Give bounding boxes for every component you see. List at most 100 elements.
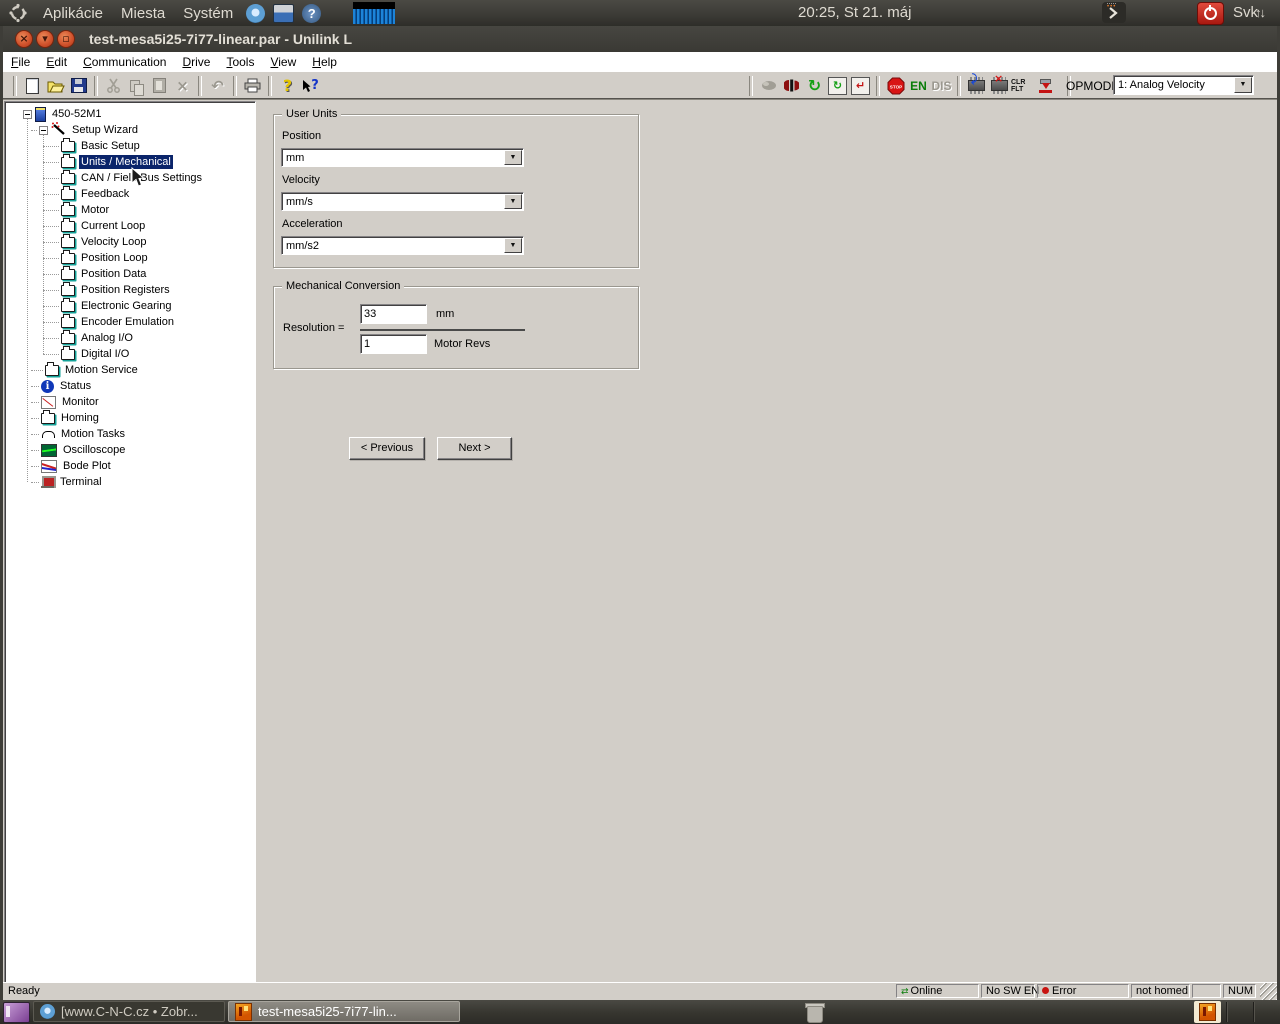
position-unit-combobox[interactable]: mm ▼ (281, 148, 524, 167)
panel-splitter[interactable] (256, 99, 262, 983)
window-title: test-mesa5i25-7i77-linear.par - Unilink … (89, 31, 352, 47)
keyboard-arrows-icon[interactable]: ↑↓ (1255, 0, 1266, 26)
tree-item-oscilloscope[interactable]: Oscilloscope (5, 442, 127, 458)
tree-item-setup-wizard[interactable]: Setup Wizard (5, 122, 140, 138)
distro-logo-icon[interactable] (8, 3, 28, 23)
tree-item-current-loop[interactable]: Current Loop (5, 217, 147, 234)
enable-button[interactable]: EN (907, 75, 930, 97)
tree-item-motion-service[interactable]: Motion Service (5, 361, 140, 378)
menu-drive[interactable]: Drive (174, 55, 218, 69)
minimize-button[interactable]: ▾ (36, 30, 54, 48)
tree-item-motor[interactable]: Motor (5, 201, 111, 218)
cut-button[interactable] (102, 75, 125, 97)
menu-file[interactable]: File (3, 55, 38, 69)
next-button[interactable]: Next > (437, 437, 512, 460)
menu-system[interactable]: Systém (174, 0, 242, 26)
new-file-button[interactable] (21, 75, 44, 97)
resolution-denominator-input[interactable] (360, 334, 427, 354)
tree-item-encoder-emulation[interactable]: Encoder Emulation (5, 313, 176, 330)
help-icon[interactable]: ? (302, 3, 322, 23)
clear-eeprom-button[interactable]: × (988, 73, 1011, 97)
workspace-separator (1226, 1002, 1227, 1022)
motion-profile-icon (41, 428, 55, 440)
apply-params-button[interactable]: ↵ (849, 75, 872, 97)
undo-button[interactable]: ↶ (206, 75, 229, 97)
disable-button[interactable]: DIS (930, 75, 953, 97)
tree-item-feedback[interactable]: Feedback (5, 185, 131, 202)
acceleration-unit-value: mm/s2 (286, 240, 319, 252)
tree-item-position-registers[interactable]: Position Registers (5, 281, 172, 298)
menu-applications[interactable]: Aplikácie (34, 0, 112, 26)
tree-item-electronic-gearing[interactable]: Electronic Gearing (5, 297, 174, 314)
drive-connect-button[interactable] (757, 75, 780, 97)
paste-button[interactable] (148, 75, 171, 97)
tree-item-can-field-bus[interactable]: CAN / Field Bus Settings (5, 169, 204, 186)
tree-item-terminal[interactable]: Terminal (5, 474, 104, 490)
tree-item-velocity-loop[interactable]: Velocity Loop (5, 233, 148, 250)
tree-item-units-mechanical[interactable]: Units / Mechanical (5, 153, 173, 170)
tree-item-basic-setup[interactable]: Basic Setup (5, 137, 142, 154)
brake-button[interactable] (780, 75, 803, 97)
resize-grip-icon[interactable] (1260, 983, 1277, 1000)
tree-item-position-data[interactable]: Position Data (5, 265, 148, 282)
stop-button[interactable]: STOP (884, 75, 907, 97)
tree-item-homing[interactable]: Homing (5, 409, 101, 426)
bode-plot-icon (41, 459, 57, 473)
refresh-button[interactable]: ↻ (803, 75, 826, 97)
waveform-window-icon[interactable] (353, 2, 396, 24)
browser-icon[interactable] (246, 3, 266, 23)
open-file-button[interactable] (44, 75, 67, 97)
menu-tools[interactable]: Tools (218, 55, 262, 69)
copy-button[interactable] (125, 75, 148, 97)
panel-clock[interactable]: 20:25, St 21. máj (798, 0, 911, 26)
tree-item-label: Setup Wizard (72, 124, 139, 136)
tray-unilink-urgent-icon[interactable] (1194, 1001, 1221, 1023)
previous-button[interactable]: < Previous (349, 437, 425, 460)
tree-item-bode-plot[interactable]: Bode Plot (5, 458, 113, 474)
opmode-combobox[interactable]: 1: Analog Velocity ▼ (1113, 75, 1254, 95)
help-button[interactable]: ? (276, 75, 299, 97)
menu-help[interactable]: Help (304, 55, 345, 69)
maximize-button[interactable]: ▫ (57, 30, 75, 48)
resolution-numerator-input[interactable] (360, 304, 427, 324)
chevron-down-icon[interactable]: ▼ (1234, 77, 1252, 93)
tree-item-digital-io[interactable]: Digital I/O (5, 345, 131, 362)
tree-item-analog-io[interactable]: Analog I/O (5, 329, 135, 346)
menu-view[interactable]: View (262, 55, 304, 69)
shutdown-button[interactable] (1197, 2, 1224, 25)
tree-item-status[interactable]: i Status (5, 378, 93, 394)
tray-share-icon[interactable]: ••• (1102, 2, 1126, 23)
trash-icon[interactable] (804, 1002, 825, 1023)
reload-params-button[interactable]: ↻ (826, 75, 849, 97)
chevron-down-icon[interactable]: ▼ (504, 238, 522, 253)
tree-item-label: Motor (81, 204, 110, 216)
collapse-box-icon[interactable] (23, 109, 32, 119)
menu-edit[interactable]: Edit (38, 55, 75, 69)
window-list-applet-icon[interactable] (3, 1002, 30, 1023)
tree-item-motion-tasks[interactable]: Motion Tasks (5, 426, 127, 442)
save-button[interactable] (67, 75, 90, 97)
download-button[interactable] (1034, 75, 1057, 97)
menu-places[interactable]: Miesta (112, 0, 174, 26)
clear-fault-button[interactable]: CLR FLT (1011, 75, 1034, 97)
tree-item-drive[interactable]: 450-52M1 (5, 106, 104, 122)
titlebar[interactable]: × ▾ ▫ test-mesa5i25-7i77-linear.par - Un… (3, 26, 1277, 52)
save-to-eeprom-button[interactable]: ⤸ (965, 73, 988, 97)
acceleration-unit-combobox[interactable]: mm/s2 ▼ (281, 236, 524, 255)
navigation-tree[interactable]: 450-52M1 Setup Wizard Basic Setup Units … (4, 101, 256, 983)
chevron-down-icon[interactable]: ▼ (504, 150, 522, 165)
package-installer-icon[interactable] (273, 3, 295, 23)
taskbar-item-browser[interactable]: [www.C-N-C.cz • Zobr... (33, 1001, 225, 1022)
taskbar-item-unilink[interactable]: test-mesa5i25-7i77-lin... (228, 1001, 460, 1022)
velocity-unit-combobox[interactable]: mm/s ▼ (281, 192, 524, 211)
tree-item-monitor[interactable]: Monitor (5, 394, 101, 410)
close-button[interactable]: × (15, 30, 33, 48)
chevron-down-icon[interactable]: ▼ (504, 194, 522, 209)
menu-communication[interactable]: Communication (75, 55, 174, 69)
tree-item-position-loop[interactable]: Position Loop (5, 249, 150, 266)
delete-button[interactable]: × (171, 75, 194, 97)
context-help-button[interactable]: ? (299, 75, 322, 97)
print-button[interactable] (241, 75, 264, 97)
status-no-sw-en: No SW EN (981, 984, 1039, 998)
collapse-box-icon[interactable] (39, 125, 48, 135)
